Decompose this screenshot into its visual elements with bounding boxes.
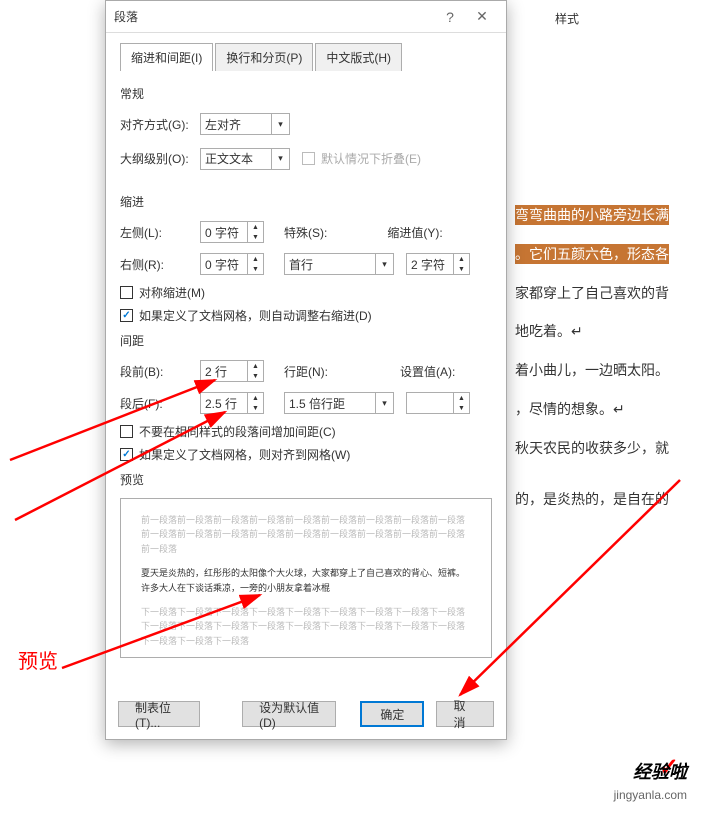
preview-before: 前一段落前一段落前一段落前一段落前一段落前一段落前一段落前一段落前一段落前一段落… xyxy=(141,513,471,556)
special-select[interactable]: 首行 ▾ xyxy=(284,253,394,275)
close-button[interactable]: ✕ xyxy=(466,3,498,31)
preview-after: 下一段落下一段落下一段落下一段落下一段落下一段落下一段落下一段落下一段落下一段落… xyxy=(141,605,471,648)
space-before-value: 2 行 xyxy=(205,363,227,380)
tab-indent-spacing[interactable]: 缩进和间距(I) xyxy=(120,43,213,71)
chevron-down-icon: ▾ xyxy=(375,393,393,413)
line-spacing-select[interactable]: 1.5 倍行距 ▾ xyxy=(284,392,394,414)
mirror-indent-checkbox[interactable] xyxy=(120,286,133,299)
indent-value-value: 2 字符 xyxy=(411,256,445,273)
paragraph-dialog: 段落 ? ✕ 缩进和间距(I) 换行和分页(P) 中文版式(H) 常规 对齐方式… xyxy=(105,0,507,740)
dialog-titlebar: 段落 ? ✕ xyxy=(106,1,506,33)
doc-line: 秋天农民的收获多少，就 xyxy=(515,433,707,464)
section-spacing: 间距 xyxy=(120,332,492,349)
doc-line: 地吃着。↵ xyxy=(515,316,707,347)
spin-up-icon[interactable]: ▲ xyxy=(248,222,263,232)
document-background: 弯弯曲曲的小路旁边长满 。它们五颜六色，形态各 家都穿上了自己喜欢的背 地吃着。… xyxy=(515,200,707,522)
outline-select[interactable]: 正文文本 ▾ xyxy=(200,148,290,170)
doc-line: 着小曲儿，一边晒太阳。 xyxy=(515,355,707,386)
alignment-select[interactable]: 左对齐 ▾ xyxy=(200,113,290,135)
snap-grid-checkbox[interactable] xyxy=(120,448,133,461)
outline-value: 正文文本 xyxy=(205,150,253,167)
dialog-tabs: 缩进和间距(I) 换行和分页(P) 中文版式(H) xyxy=(120,43,492,71)
spin-down-icon[interactable]: ▼ xyxy=(248,232,263,242)
spin-down-icon[interactable]: ▼ xyxy=(454,403,469,413)
preview-main: 夏天是炎热的，红彤彤的太阳像个大火球，大家都穿上了自己喜欢的背心、短裤。许多大人… xyxy=(141,566,471,595)
space-after-value: 2.5 行 xyxy=(205,395,237,412)
outline-label: 大纲级别(O): xyxy=(120,150,200,167)
mirror-indent-label: 对称缩进(M) xyxy=(139,284,205,301)
chevron-down-icon: ▾ xyxy=(271,114,289,134)
line-spacing-label: 行距(N): xyxy=(284,363,328,380)
doc-line: 家都穿上了自己喜欢的背 xyxy=(515,278,707,309)
spin-down-icon[interactable]: ▼ xyxy=(248,371,263,381)
spin-up-icon[interactable]: ▲ xyxy=(248,393,263,403)
special-value: 首行 xyxy=(289,256,313,273)
ok-button[interactable]: 确定 xyxy=(360,701,424,727)
help-button[interactable]: ? xyxy=(434,3,466,31)
doc-line: ，尽情的想象。↵ xyxy=(515,394,707,425)
set-value-spinner[interactable]: ▲▼ xyxy=(406,392,470,414)
space-before-spinner[interactable]: 2 行 ▲▼ xyxy=(200,360,264,382)
spin-down-icon[interactable]: ▼ xyxy=(454,264,469,274)
spin-up-icon[interactable]: ▲ xyxy=(454,393,469,403)
set-default-button[interactable]: 设为默认值(D) xyxy=(242,701,336,727)
right-indent-spinner[interactable]: 0 字符 ▲▼ xyxy=(200,253,264,275)
tab-asian-typography[interactable]: 中文版式(H) xyxy=(315,43,402,71)
special-label: 特殊(S): xyxy=(284,224,327,241)
snap-grid-label: 如果定义了文档网格，则对齐到网格(W) xyxy=(139,446,350,463)
section-preview: 预览 xyxy=(120,471,492,488)
spin-up-icon[interactable]: ▲ xyxy=(454,254,469,264)
auto-adjust-label: 如果定义了文档网格，则自动调整右缩进(D) xyxy=(139,307,372,324)
chevron-down-icon: ▾ xyxy=(271,149,289,169)
doc-highlight: 。它们五颜六色，形态各 xyxy=(515,244,669,264)
spin-up-icon[interactable]: ▲ xyxy=(248,254,263,264)
collapse-checkbox xyxy=(302,152,315,165)
no-space-label: 不要在相同样式的段落间增加间距(C) xyxy=(139,423,336,440)
spin-down-icon[interactable]: ▼ xyxy=(248,264,263,274)
brand-text: 经验啦 xyxy=(633,758,687,784)
dialog-title: 段落 xyxy=(114,8,434,25)
section-general: 常规 xyxy=(120,85,492,102)
ribbon-styles-label: 样式 xyxy=(555,10,579,27)
chevron-down-icon: ▾ xyxy=(375,254,393,274)
doc-highlight: 弯弯曲曲的小路旁边长满 xyxy=(515,205,669,225)
auto-adjust-checkbox[interactable] xyxy=(120,309,133,322)
right-indent-value: 0 字符 xyxy=(205,256,239,273)
line-spacing-value: 1.5 倍行距 xyxy=(289,395,345,412)
no-space-checkbox[interactable] xyxy=(120,425,133,438)
left-indent-spinner[interactable]: 0 字符 ▲▼ xyxy=(200,221,264,243)
tabs-button[interactable]: 制表位(T)... xyxy=(118,701,200,727)
left-indent-label: 左侧(L): xyxy=(120,224,200,241)
preview-box: 前一段落前一段落前一段落前一段落前一段落前一段落前一段落前一段落前一段落前一段落… xyxy=(120,498,492,658)
annotation-preview-label: 预览 xyxy=(18,645,58,674)
spin-up-icon[interactable]: ▲ xyxy=(248,361,263,371)
left-indent-value: 0 字符 xyxy=(205,224,239,241)
space-before-label: 段前(B): xyxy=(120,363,200,380)
space-after-label: 段后(F): xyxy=(120,395,200,412)
doc-line: 的，是炎热的，是自在的 xyxy=(515,484,707,515)
tab-line-page-breaks[interactable]: 换行和分页(P) xyxy=(215,43,313,71)
cancel-button[interactable]: 取消 xyxy=(436,701,494,727)
alignment-label: 对齐方式(G): xyxy=(120,116,200,133)
space-after-spinner[interactable]: 2.5 行 ▲▼ xyxy=(200,392,264,414)
indent-value-label: 缩进值(Y): xyxy=(387,224,442,241)
section-indent: 缩进 xyxy=(120,193,492,210)
right-indent-label: 右侧(R): xyxy=(120,256,200,273)
watermark-url: jingyanla.com xyxy=(614,788,687,802)
set-value-label: 设置值(A): xyxy=(400,363,455,380)
collapse-label: 默认情况下折叠(E) xyxy=(321,150,421,167)
alignment-value: 左对齐 xyxy=(205,116,241,133)
indent-value-spinner[interactable]: 2 字符 ▲▼ xyxy=(406,253,470,275)
spin-down-icon[interactable]: ▼ xyxy=(248,403,263,413)
